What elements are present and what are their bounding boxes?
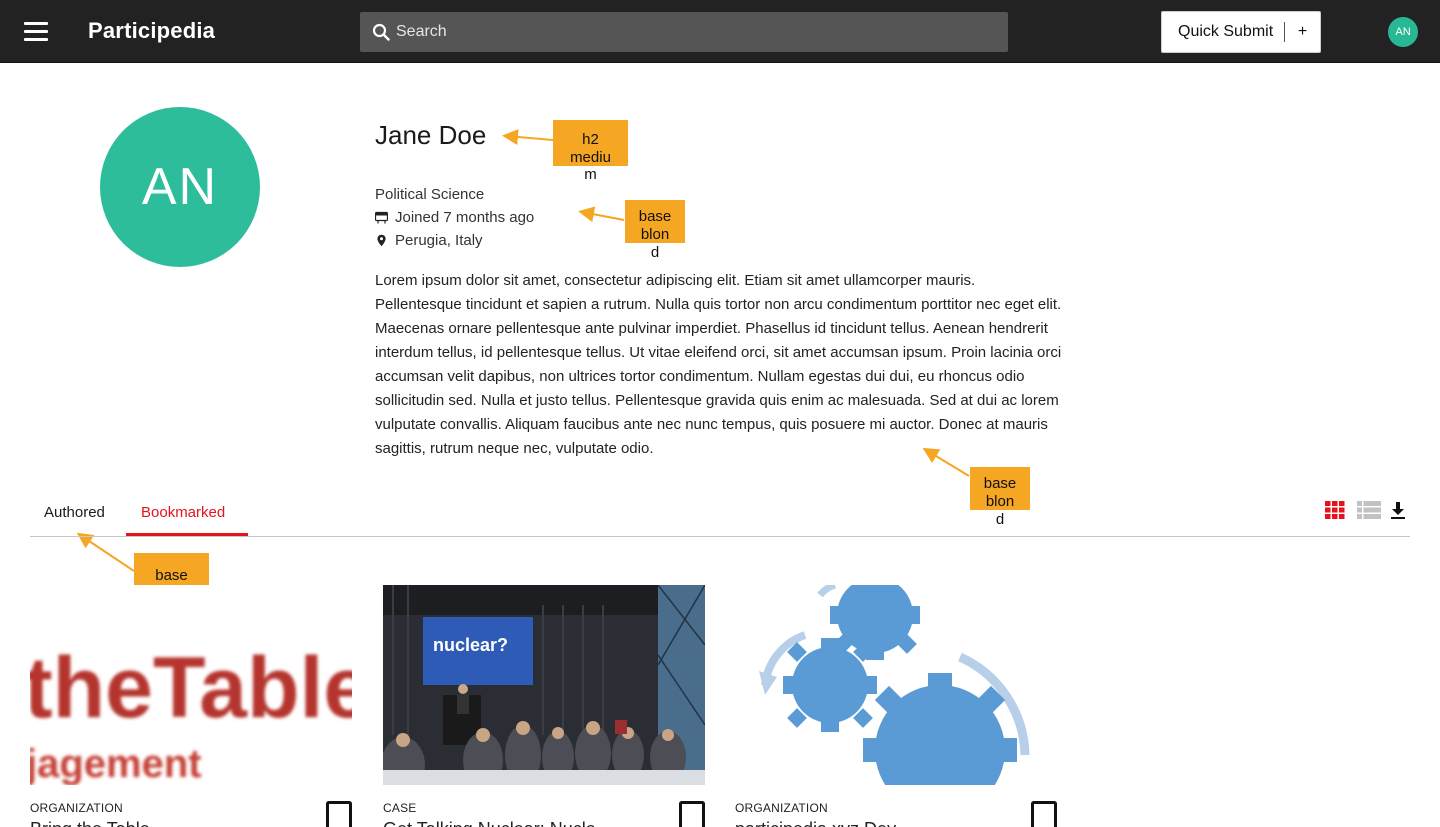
hamburger-menu-icon[interactable] [24,22,48,41]
card-image-text: jagement [30,742,202,785]
annotation-overflow: d [650,244,660,261]
profile-department: Political Science [375,186,485,203]
search-bar[interactable] [360,12,1008,52]
annotation-line: base [638,208,672,225]
grid-view-icon[interactable] [1325,500,1345,520]
annotation-label: h2 mediu [553,120,628,166]
annotation-line: blon [985,493,1015,510]
annotation-label: base blon [625,200,685,243]
card-image-text: theTable [30,640,352,736]
profile-bio: Lorem ipsum dolor sit amet, consectetur … [375,272,1062,457]
annotation-overflow: d [995,511,1005,528]
profile-name: Jane Doe [375,120,487,150]
profile-joined-text: Joined 7 months ago [395,209,535,226]
bookmark-icon[interactable] [1031,801,1057,827]
tabs-divider [30,536,1410,537]
card-type: ORGANIZATION [30,801,123,815]
card-type: CASE [383,801,417,815]
bookmark-icon[interactable] [679,801,705,827]
tab-authored[interactable]: Authored [44,504,105,521]
organization-logo-image: theTable jagement [30,585,352,785]
profile-location: Perugia, Italy [375,232,483,249]
annotation-line: base [155,567,188,584]
quick-submit-label: Quick Submit [1178,23,1274,40]
annotation-line: h2 [582,131,599,148]
annotation-label: base blon [970,467,1030,510]
profile-joined: Joined 7 months ago [375,209,534,226]
gears-image [735,585,1057,785]
calendar-icon [375,211,388,224]
annotation-line: base [983,475,1017,492]
location-pin-icon [377,234,386,247]
tab-bookmarked[interactable]: Bookmarked [141,504,225,521]
download-icon[interactable] [1390,500,1406,520]
plus-icon: + [1297,23,1308,40]
profile-location-text: Perugia, Italy [395,232,483,249]
card-title[interactable]: Get Talking Nuclear: Nucle [383,819,596,827]
card-title[interactable]: participedia.xyz Dev [735,819,896,827]
search-icon [372,23,390,41]
conference-photo: nuclear? [383,585,705,785]
card-image: theTable jagement [30,585,352,785]
card-title[interactable]: Bring the Table [30,819,150,827]
annotation-overflow: m [584,166,597,183]
annotation-line: blon [640,226,670,243]
search-input[interactable] [396,12,996,52]
user-avatar[interactable]: AN [1388,17,1418,47]
bookmark-icon[interactable] [326,801,352,827]
top-navigation-bar: Participedia Quick Submit + AN [0,0,1440,63]
screen-text: nuclear? [433,635,508,655]
annotation-line: mediu [570,149,611,166]
profile-avatar: AN [100,107,260,267]
list-view-icon[interactable] [1357,500,1381,520]
card-type: ORGANIZATION [735,801,828,815]
card-image [735,585,1057,785]
quick-submit-button[interactable]: Quick Submit + [1161,11,1321,53]
active-tab-indicator [126,533,248,536]
site-logo[interactable]: Participedia [88,18,215,44]
card-image: nuclear? [383,585,705,785]
